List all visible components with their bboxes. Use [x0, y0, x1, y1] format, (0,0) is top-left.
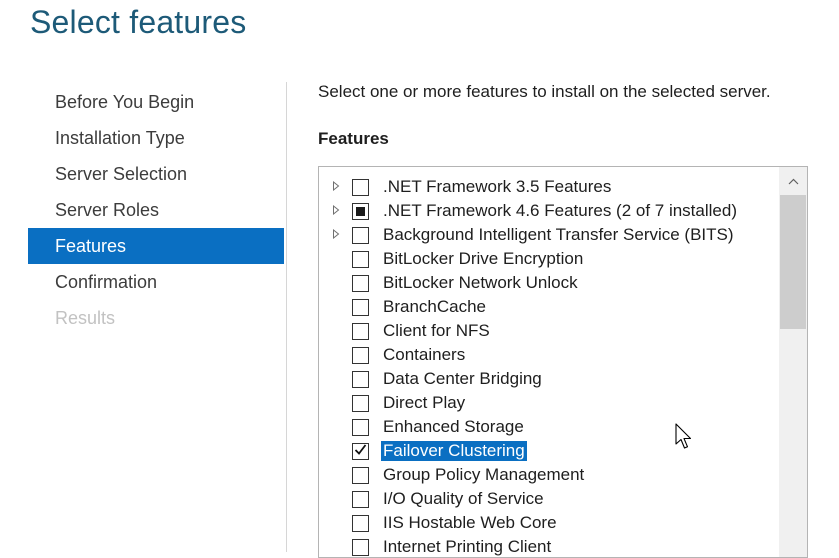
feature-checkbox[interactable]	[352, 202, 369, 220]
nav-divider	[286, 82, 287, 552]
page-title: Select features	[30, 4, 247, 40]
feature-row[interactable]: Failover Clustering	[319, 439, 777, 463]
feature-label[interactable]: .NET Framework 3.5 Features	[381, 177, 613, 197]
feature-row[interactable]: Containers	[319, 343, 777, 367]
feature-checkbox[interactable]	[352, 442, 369, 460]
instruction-text: Select one or more features to install o…	[318, 82, 771, 101]
feature-row[interactable]: I/O Quality of Service	[319, 487, 777, 511]
mouse-pointer-icon	[675, 423, 693, 455]
feature-label[interactable]: Direct Play	[381, 393, 467, 413]
feature-row[interactable]: Background Intelligent Transfer Service …	[319, 223, 777, 247]
feature-row[interactable]: Client for NFS	[319, 319, 777, 343]
feature-label[interactable]: Group Policy Management	[381, 465, 586, 485]
expand-arrow-icon[interactable]	[330, 228, 342, 242]
feature-checkbox[interactable]	[352, 466, 369, 484]
feature-label[interactable]: BitLocker Network Unlock	[381, 273, 580, 293]
feature-row[interactable]: BranchCache	[319, 295, 777, 319]
feature-checkbox[interactable]	[352, 322, 369, 340]
feature-label[interactable]: .NET Framework 4.6 Features (2 of 7 inst…	[381, 201, 739, 221]
feature-label[interactable]: Data Center Bridging	[381, 369, 544, 389]
features-list: .NET Framework 3.5 Features .NET Framewor…	[319, 175, 777, 557]
feature-checkbox[interactable]	[352, 394, 369, 412]
feature-checkbox[interactable]	[352, 538, 369, 556]
features-heading: Features	[318, 129, 389, 148]
feature-label[interactable]: Internet Printing Client	[381, 537, 553, 557]
feature-row[interactable]: BitLocker Drive Encryption	[319, 247, 777, 271]
feature-label[interactable]: Client for NFS	[381, 321, 492, 341]
nav-item-installation-type[interactable]: Installation Type	[28, 120, 284, 156]
feature-row[interactable]: Direct Play	[319, 391, 777, 415]
checkmark-icon	[354, 443, 367, 459]
nav-item-server-roles[interactable]: Server Roles	[28, 192, 284, 228]
feature-label[interactable]: I/O Quality of Service	[381, 489, 546, 509]
feature-checkbox[interactable]	[352, 490, 369, 508]
feature-checkbox[interactable]	[352, 418, 369, 436]
feature-row[interactable]: IIS Hostable Web Core	[319, 511, 777, 535]
feature-row[interactable]: BitLocker Network Unlock	[319, 271, 777, 295]
expand-arrow-icon[interactable]	[330, 204, 342, 218]
nav-item-features[interactable]: Features	[28, 228, 284, 264]
feature-row[interactable]: .NET Framework 3.5 Features	[319, 175, 777, 199]
feature-checkbox[interactable]	[352, 298, 369, 316]
feature-checkbox[interactable]	[352, 226, 369, 244]
feature-checkbox[interactable]	[352, 370, 369, 388]
scroll-thumb[interactable]	[780, 195, 806, 329]
features-tree[interactable]: .NET Framework 3.5 Features .NET Framewor…	[318, 166, 808, 558]
feature-checkbox[interactable]	[352, 346, 369, 364]
feature-label[interactable]: Background Intelligent Transfer Service …	[381, 225, 736, 245]
feature-row[interactable]: Group Policy Management	[319, 463, 777, 487]
feature-row[interactable]: .NET Framework 4.6 Features (2 of 7 inst…	[319, 199, 777, 223]
feature-label[interactable]: Enhanced Storage	[381, 417, 526, 437]
feature-label[interactable]: IIS Hostable Web Core	[381, 513, 559, 533]
feature-label[interactable]: Containers	[381, 345, 467, 365]
nav-item-before-you-begin[interactable]: Before You Begin	[28, 84, 284, 120]
partial-check-indicator	[356, 206, 365, 216]
feature-checkbox[interactable]	[352, 178, 369, 196]
nav-item-server-selection[interactable]: Server Selection	[28, 156, 284, 192]
feature-checkbox[interactable]	[352, 514, 369, 532]
feature-row[interactable]: Data Center Bridging	[319, 367, 777, 391]
nav-item-confirmation[interactable]: Confirmation	[28, 264, 284, 300]
feature-row[interactable]: Enhanced Storage	[319, 415, 777, 439]
scroll-up-arrow-icon[interactable]	[779, 171, 807, 191]
feature-label[interactable]: BranchCache	[381, 297, 488, 317]
feature-label[interactable]: BitLocker Drive Encryption	[381, 249, 585, 269]
nav-item-results: Results	[55, 308, 116, 328]
wizard-nav: Before You Begin Installation Type Serve…	[28, 84, 284, 336]
vertical-scrollbar[interactable]	[779, 167, 807, 557]
feature-checkbox[interactable]	[352, 250, 369, 268]
feature-label[interactable]: Failover Clustering	[381, 441, 527, 461]
feature-checkbox[interactable]	[352, 274, 369, 292]
expand-arrow-icon[interactable]	[330, 180, 342, 194]
